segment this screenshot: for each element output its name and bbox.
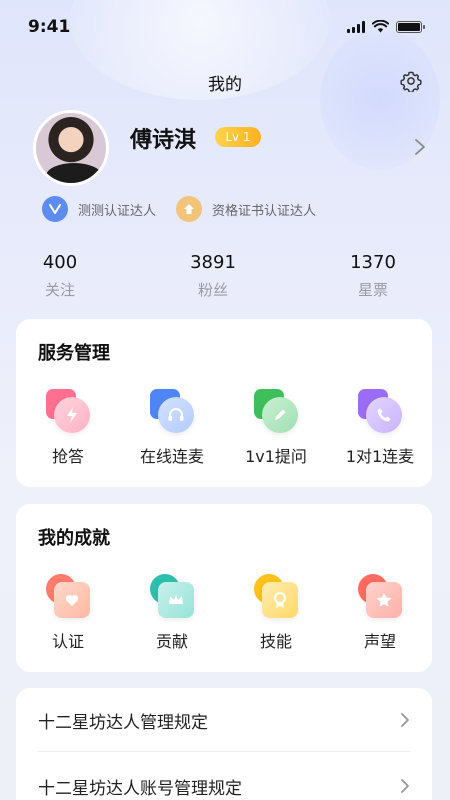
cert-label: 资格证书认证达人 xyxy=(212,203,317,219)
list-item[interactable]: 十二星坊达人管理规定 xyxy=(38,688,410,752)
chevron-right-icon xyxy=(401,713,409,727)
chevron-right-icon xyxy=(401,779,409,793)
status-icons xyxy=(347,20,425,33)
level-badge: Lv 1 xyxy=(215,127,261,147)
cert-label: 测测认证达人 xyxy=(78,203,157,219)
service-1v1-question[interactable]: 1v1提问 xyxy=(224,389,328,467)
stat-value: 3891 xyxy=(190,252,236,273)
stat-value: 1370 xyxy=(350,252,396,273)
status-bar: 9:41 xyxy=(0,0,450,52)
list-item-label: 十二星坊达人账号管理规定 xyxy=(38,779,242,799)
stat-following[interactable]: 400 关注 xyxy=(10,252,110,300)
achievement-reputation[interactable]: 声望 xyxy=(328,574,432,652)
service-quick-answer[interactable]: 抢答 xyxy=(16,389,120,467)
stat-value: 400 xyxy=(42,252,78,273)
achievement-contribution[interactable]: 贡献 xyxy=(120,574,224,652)
stat-star-tickets[interactable]: 1370 星票 xyxy=(323,252,423,300)
cellular-signal-icon xyxy=(347,20,365,33)
stat-label: 星票 xyxy=(357,281,388,299)
stat-label: 关注 xyxy=(44,281,75,299)
stat-label: 粉丝 xyxy=(197,281,228,299)
list-item-label: 十二星坊达人管理规定 xyxy=(38,713,208,733)
service-label: 1对1连麦 xyxy=(345,447,415,466)
stat-fans[interactable]: 3891 粉丝 xyxy=(163,252,263,300)
pencil-icon xyxy=(254,389,298,433)
medal-icon xyxy=(254,574,298,618)
certification-row: 测测认证达人 资格证书认证达人 xyxy=(42,196,316,222)
badge-icon xyxy=(176,196,203,222)
service-label: 在线连麦 xyxy=(139,447,204,466)
service-online-mic[interactable]: 在线连麦 xyxy=(120,389,224,467)
achievements-card: 我的成就 认证 贡献 技能 声望 xyxy=(16,504,432,672)
service-label: 抢答 xyxy=(51,447,84,466)
service-1to1-mic[interactable]: 1对1连麦 xyxy=(328,389,432,467)
heart-shield-icon xyxy=(46,574,90,618)
rules-list: 十二星坊达人管理规定 十二星坊达人账号管理规定 xyxy=(16,688,432,800)
crown-icon xyxy=(150,574,194,618)
card-title: 我的成就 xyxy=(38,528,110,549)
achievement-label: 技能 xyxy=(259,632,292,651)
profile-chevron-right-icon[interactable] xyxy=(414,138,426,156)
lightning-icon xyxy=(46,389,90,433)
cert-item: 资格证书认证达人 xyxy=(176,196,316,222)
cert-item: 测测认证达人 xyxy=(42,196,156,222)
avatar[interactable] xyxy=(33,110,109,186)
achievement-label: 贡献 xyxy=(155,632,188,651)
wifi-icon xyxy=(372,20,389,33)
card-title: 服务管理 xyxy=(38,343,110,364)
headset-icon xyxy=(150,389,194,433)
status-time: 9:41 xyxy=(28,17,71,37)
achievement-skill[interactable]: 技能 xyxy=(224,574,328,652)
phone-icon xyxy=(358,389,402,433)
service-label: 1v1提问 xyxy=(245,447,307,466)
settings-gear-icon[interactable] xyxy=(400,70,422,92)
page-title: 我的 xyxy=(208,75,242,95)
service-management-card: 服务管理 抢答 在线连麦 1v1提问 1对1连麦 xyxy=(16,319,432,487)
check-v-icon xyxy=(42,196,68,222)
achievement-label: 认证 xyxy=(51,632,84,651)
battery-icon xyxy=(396,20,425,33)
user-name: 傅诗淇 xyxy=(130,128,197,153)
list-item[interactable]: 十二星坊达人账号管理规定 xyxy=(38,754,410,800)
achievement-label: 声望 xyxy=(363,632,396,651)
flower-icon xyxy=(358,574,402,618)
achievement-certification[interactable]: 认证 xyxy=(16,574,120,652)
